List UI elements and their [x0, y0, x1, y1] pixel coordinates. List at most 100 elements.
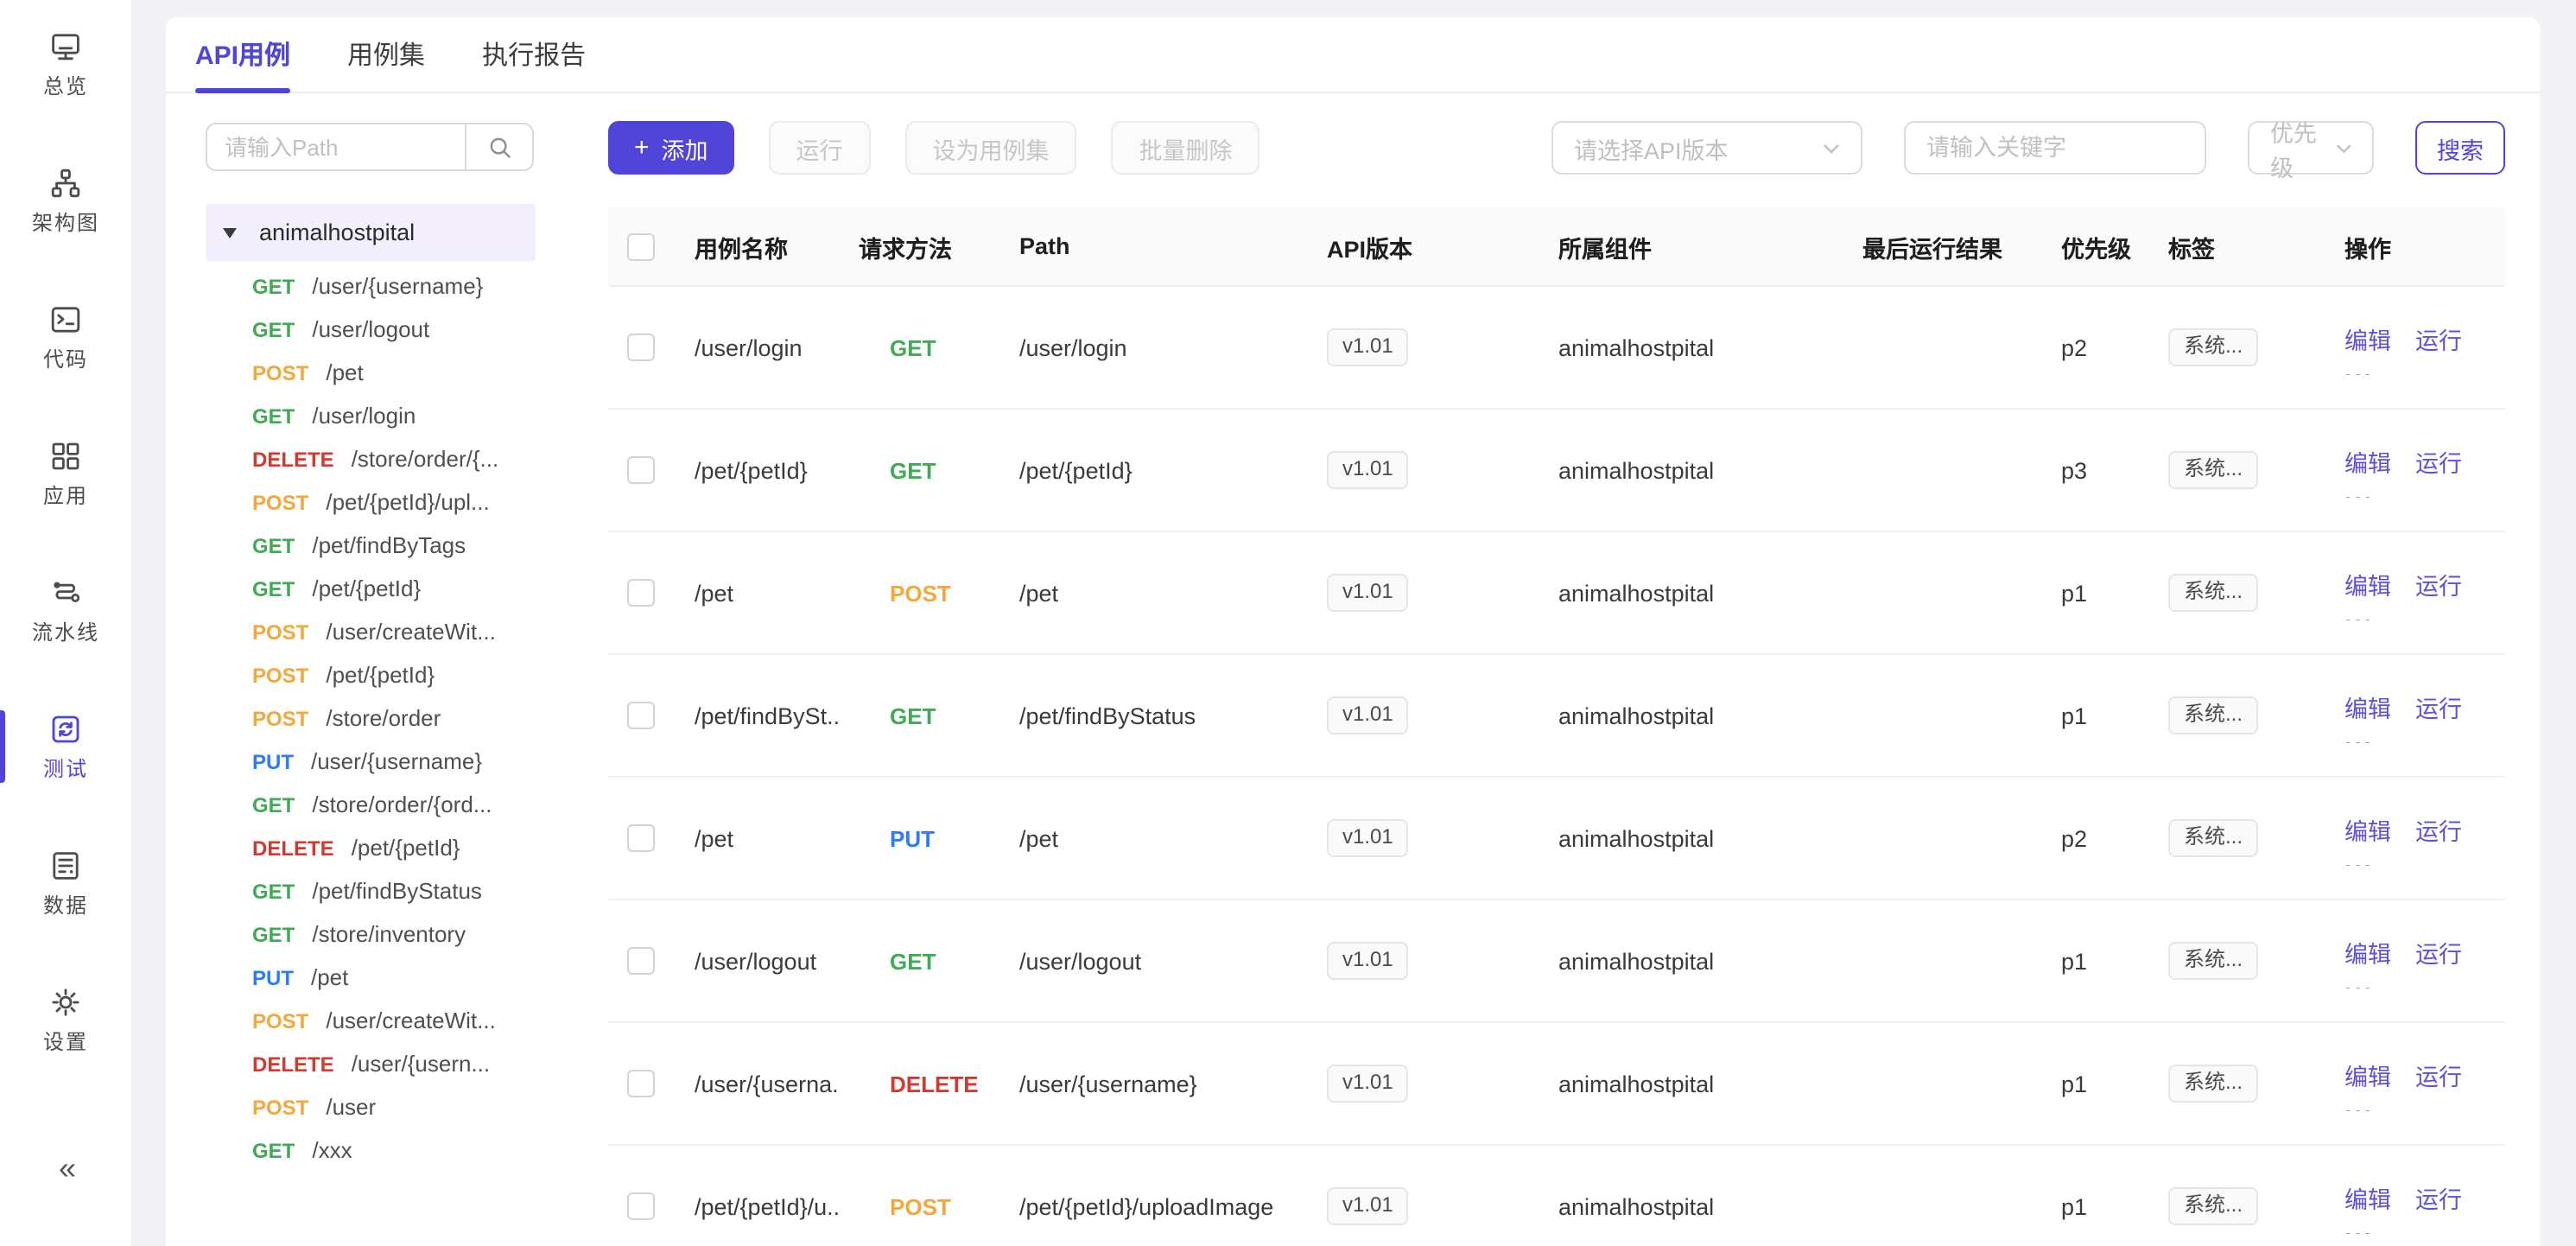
row-checkbox-cell	[608, 456, 674, 484]
tree-item[interactable]: GET/user/logout	[206, 308, 563, 351]
run-link[interactable]: 运行	[2415, 1179, 2462, 1214]
tree-item[interactable]: GET/store/inventory	[206, 912, 563, 956]
tree-item[interactable]: GET/pet/{petId}	[206, 567, 563, 610]
row-checkbox[interactable]	[627, 1070, 655, 1097]
api-path-label: /pet/findByStatus	[312, 878, 482, 904]
tree-item[interactable]: GET/pet/findByTags	[206, 524, 563, 567]
sidebar-item-apps[interactable]: 应用	[0, 427, 131, 520]
api-path-label: /store/order	[326, 705, 441, 731]
action-links: 编辑运行	[2344, 321, 2462, 355]
row-checkbox[interactable]	[627, 702, 655, 729]
tree-item[interactable]: GET/store/order/{ord...	[206, 783, 563, 826]
row-checkbox[interactable]	[627, 824, 655, 852]
tree-item[interactable]: PUT/pet	[206, 956, 563, 999]
edit-link[interactable]: 编辑	[2344, 443, 2391, 478]
run-button[interactable]: 运行	[769, 121, 871, 175]
actions-cell: 编辑运行...	[2324, 566, 2507, 620]
priority-select[interactable]: 优先级	[2248, 121, 2374, 175]
row-checkbox[interactable]	[627, 334, 655, 361]
tree-item[interactable]: POST/user/createWit...	[206, 610, 563, 653]
more-actions-button[interactable]: ...	[2344, 613, 2374, 620]
run-link[interactable]: 运行	[2415, 1057, 2462, 1091]
edit-link[interactable]: 编辑	[2344, 689, 2391, 723]
run-link[interactable]: 运行	[2415, 934, 2462, 969]
path-search-input[interactable]	[206, 123, 466, 171]
api-version-select[interactable]: 请选择API版本	[1551, 121, 1862, 175]
edit-link[interactable]: 编辑	[2344, 1057, 2391, 1091]
tree-root-node[interactable]: animalhostpital	[206, 204, 536, 261]
http-method-label: POST	[252, 620, 308, 644]
caret-down-icon[interactable]	[223, 227, 237, 238]
http-method-label: GET	[252, 404, 295, 428]
run-link[interactable]: 运行	[2415, 689, 2462, 723]
edit-link[interactable]: 编辑	[2344, 566, 2391, 601]
priority-cell: p2	[2020, 825, 2144, 851]
more-actions-button[interactable]: ...	[2344, 367, 2374, 374]
tree-item[interactable]: GET/user/{username}	[206, 264, 563, 308]
chevron-down-icon	[1823, 143, 1840, 153]
run-link[interactable]: 运行	[2415, 321, 2462, 355]
priority-cell: p2	[2020, 334, 2144, 360]
more-actions-button[interactable]: ...	[2344, 858, 2374, 865]
run-link[interactable]: 运行	[2415, 566, 2462, 601]
more-actions-button[interactable]: ...	[2344, 490, 2374, 497]
set-as-suite-button[interactable]: 设为用例集	[905, 121, 1077, 175]
collapse-sidebar-button[interactable]: «	[59, 1151, 73, 1187]
select-all-checkbox[interactable]	[627, 232, 655, 260]
path-cell: /pet/{petId}	[999, 457, 1306, 483]
run-link[interactable]: 运行	[2415, 811, 2462, 846]
tree-item[interactable]: DELETE/user/{usern...	[206, 1042, 563, 1085]
chevron-down-icon	[2335, 143, 2351, 153]
edit-link[interactable]: 编辑	[2344, 1179, 2391, 1214]
batch-delete-button[interactable]: 批量删除	[1112, 121, 1260, 175]
tab-case-suites[interactable]: 用例集	[347, 17, 425, 92]
edit-link[interactable]: 编辑	[2344, 811, 2391, 846]
action-links: 编辑运行	[2344, 1057, 2462, 1091]
sidebar-item-code[interactable]: 代码	[0, 290, 131, 384]
keyword-input[interactable]	[1904, 121, 2206, 175]
row-checkbox[interactable]	[627, 579, 655, 607]
sidebar-item-architecture[interactable]: 架构图	[0, 154, 131, 247]
tree-item[interactable]: POST/store/order	[206, 696, 563, 740]
pipeline-icon	[48, 575, 83, 609]
sidebar-item-pipeline[interactable]: 流水线	[0, 563, 131, 657]
row-checkbox[interactable]	[627, 1192, 655, 1220]
tree-item[interactable]: GET/xxx	[206, 1128, 563, 1172]
tree-item[interactable]: POST/pet	[206, 351, 563, 394]
more-actions-button[interactable]: ...	[2344, 1226, 2374, 1233]
path-search-button[interactable]	[465, 123, 534, 171]
add-button[interactable]: + 添加	[608, 121, 734, 175]
edit-link[interactable]: 编辑	[2344, 934, 2391, 969]
tag-badge: 系统...	[2168, 329, 2258, 366]
run-link[interactable]: 运行	[2415, 443, 2462, 478]
more-actions-button[interactable]: ...	[2344, 1103, 2374, 1110]
tag-badge: 系统...	[2168, 452, 2258, 488]
method-cell: GET	[838, 334, 999, 360]
search-button[interactable]: 搜索	[2415, 121, 2505, 175]
api-version-badge: v1.01	[1327, 1065, 1409, 1102]
tab-run-reports[interactable]: 执行报告	[482, 17, 586, 92]
column-header-7: 优先级	[2020, 229, 2144, 264]
sidebar-item-data[interactable]: 数据	[0, 836, 131, 930]
tree-item[interactable]: GET/pet/findByStatus	[206, 869, 563, 912]
sidebar-item-overview[interactable]: 总览	[0, 17, 131, 111]
more-actions-button[interactable]: ...	[2344, 735, 2374, 742]
edit-link[interactable]: 编辑	[2344, 321, 2391, 355]
tree-item[interactable]: POST/pet/{petId}	[206, 653, 563, 696]
row-checkbox[interactable]	[627, 456, 655, 484]
tree-item[interactable]: POST/user/createWit...	[206, 999, 563, 1042]
sidebar-item-settings[interactable]: 设置	[0, 973, 131, 1066]
tree-item[interactable]: POST/user	[206, 1085, 563, 1128]
tree-item[interactable]: GET/user/login	[206, 394, 563, 437]
tree-item[interactable]: DELETE/pet/{petId}	[206, 826, 563, 869]
more-actions-button[interactable]: ...	[2344, 981, 2374, 988]
priority-cell: p1	[2020, 580, 2144, 606]
row-checkbox[interactable]	[627, 947, 655, 975]
tree-item[interactable]: PUT/user/{username}	[206, 740, 563, 783]
component-cell: animalhostpital	[1538, 825, 1842, 851]
tree-item[interactable]: POST/pet/{petId}/upl...	[206, 480, 563, 524]
tree-item[interactable]: DELETE/store/order/{...	[206, 437, 563, 480]
tab-api-cases[interactable]: API用例	[195, 17, 290, 92]
sidebar-item-test[interactable]: 测试	[0, 700, 131, 793]
version-cell: v1.01	[1306, 820, 1538, 856]
